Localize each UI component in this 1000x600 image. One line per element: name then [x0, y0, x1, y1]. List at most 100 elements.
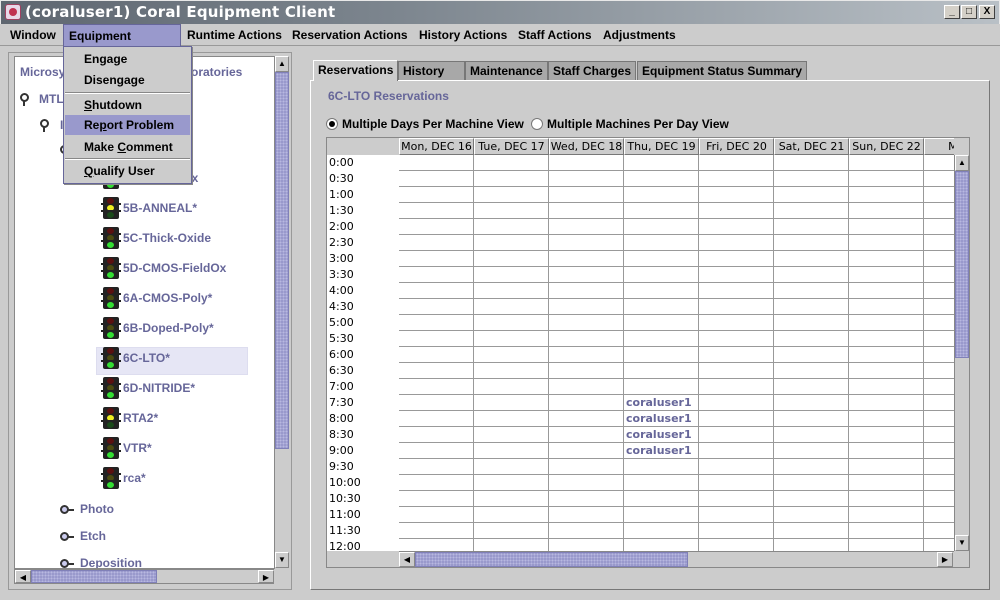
row-header-time: 1:30: [329, 204, 354, 217]
row-header-time: 8:30: [329, 428, 354, 441]
reservation-cell[interactable]: coraluser1: [626, 428, 692, 441]
row-header-time: 5:30: [329, 332, 354, 345]
row-header-time: 3:00: [329, 252, 354, 265]
row-header-time: 7:00: [329, 380, 354, 393]
reservation-cell[interactable]: coraluser1: [626, 396, 692, 409]
menu-item-engage[interactable]: Engage: [65, 49, 190, 69]
grid-line: [773, 155, 774, 551]
row-header-time: 1:00: [329, 188, 354, 201]
menu-staff-actions[interactable]: Staff Actions: [513, 24, 597, 46]
traffic-light-icon: [101, 377, 121, 399]
collapsed-node-icon[interactable]: [60, 505, 74, 514]
row-header-time: 2:00: [329, 220, 354, 233]
radio-multiple-days-label[interactable]: Multiple Days Per Machine View: [342, 117, 524, 131]
menu-window[interactable]: Window: [5, 24, 61, 46]
tab-reservations[interactable]: Reservations: [313, 60, 399, 81]
scroll-thumb[interactable]: [31, 570, 157, 583]
column-header[interactable]: Mon,: [924, 138, 954, 155]
tab-history[interactable]: History: [398, 61, 465, 80]
expanded-node-icon[interactable]: [40, 119, 49, 132]
grid-line: [848, 155, 849, 551]
expanded-node-icon[interactable]: [20, 93, 29, 106]
scroll-up-arrow-icon[interactable]: ▲: [955, 155, 969, 171]
radio-multiple-days[interactable]: [326, 118, 338, 130]
column-headers: Mon, DEC 16 Tue, DEC 17 Wed, DEC 18 Thu, DE…: [399, 138, 954, 155]
reservation-cell[interactable]: coraluser1: [626, 412, 692, 425]
tree-node-mtl[interactable]: MTL: [39, 92, 64, 106]
tree-equipment-item[interactable]: 6D-NITRIDE*: [123, 381, 195, 395]
row-header-time: 9:00: [329, 444, 354, 457]
collapsed-node-icon[interactable]: [60, 559, 74, 568]
app-icon: [5, 4, 21, 20]
menu-runtime-actions[interactable]: Runtime Actions: [182, 24, 287, 46]
grid-line: [399, 234, 954, 235]
row-header-time: 11:30: [329, 524, 361, 537]
column-header[interactable]: Wed, DEC 18: [549, 138, 624, 155]
scroll-thumb[interactable]: [955, 171, 969, 358]
row-header-time: 10:00: [329, 476, 361, 489]
tree-equipment-item[interactable]: rca*: [123, 471, 146, 485]
menu-adjustments[interactable]: Adjustments: [598, 24, 681, 46]
column-header[interactable]: Thu, DEC 19: [624, 138, 699, 155]
minimize-button[interactable]: _: [944, 5, 960, 19]
scroll-thumb[interactable]: [275, 72, 289, 449]
row-header-time: 3:30: [329, 268, 354, 281]
maximize-button[interactable]: □: [961, 5, 977, 19]
scroll-left-arrow-icon[interactable]: ◀: [15, 570, 31, 583]
row-header-time: 5:00: [329, 316, 354, 329]
grid-line: [399, 346, 954, 347]
tree-equipment-item[interactable]: 6A-CMOS-Poly*: [123, 291, 212, 305]
tree-node-deposition[interactable]: Deposition: [80, 556, 142, 568]
traffic-light-icon: [101, 197, 121, 219]
grid-line: [399, 538, 954, 539]
tree-vertical-scrollbar[interactable]: ▲ ▼: [274, 56, 289, 569]
tab-equipment-status-summary[interactable]: Equipment Status Summary: [637, 61, 808, 80]
radio-multiple-machines-label[interactable]: Multiple Machines Per Day View: [547, 117, 729, 131]
close-button[interactable]: X: [979, 5, 995, 19]
grid-horizontal-scrollbar[interactable]: ◀ ▶: [399, 551, 954, 567]
tree-node-photo[interactable]: Photo: [80, 502, 114, 516]
scroll-left-arrow-icon[interactable]: ◀: [399, 552, 415, 567]
radio-multiple-machines[interactable]: [531, 118, 543, 130]
grid-cells[interactable]: coraluser1 coraluser1 coraluser1 coraluser1: [399, 155, 954, 551]
tree-equipment-item[interactable]: 5C-Thick-Oxide: [123, 231, 211, 245]
tree-equipment-item[interactable]: VTR*: [123, 441, 152, 455]
grid-line: [698, 155, 699, 551]
scroll-thumb[interactable]: [415, 552, 688, 567]
tree-equipment-item[interactable]: 6B-Doped-Poly*: [123, 321, 214, 335]
grid-line: [399, 298, 954, 299]
tab-staff-charges[interactable]: Staff Charges: [548, 61, 637, 80]
menu-equipment-actions[interactable]: Equipment Actions: [63, 24, 181, 65]
tab-maintenance[interactable]: Maintenance: [465, 61, 548, 80]
scroll-right-arrow-icon[interactable]: ▶: [937, 552, 953, 567]
menu-item-make-comment[interactable]: Make Comment: [65, 137, 190, 157]
column-header[interactable]: Mon, DEC 16: [399, 138, 474, 155]
grid-vertical-scrollbar[interactable]: ▲ ▼: [954, 155, 969, 551]
scroll-up-arrow-icon[interactable]: ▲: [275, 56, 289, 72]
menu-item-disengage[interactable]: Disengage: [65, 70, 190, 90]
tree-equipment-item[interactable]: RTA2*: [123, 411, 158, 425]
tree-root-label[interactable]: Microsy: [20, 65, 65, 79]
menu-item-shutdown[interactable]: Shutdown: [65, 95, 190, 115]
menu-item-qualify-user[interactable]: Qualify User: [65, 161, 190, 181]
column-header[interactable]: Sat, DEC 21: [774, 138, 849, 155]
tree-node-etch[interactable]: Etch: [80, 529, 106, 543]
tree-equipment-item[interactable]: 5D-CMOS-FieldOx: [123, 261, 226, 275]
column-header[interactable]: Tue, DEC 17: [474, 138, 549, 155]
menu-history-actions[interactable]: History Actions: [414, 24, 512, 46]
tree-equipment-item[interactable]: 5B-ANNEAL*: [123, 201, 197, 215]
column-header[interactable]: Fri, DEC 20: [699, 138, 774, 155]
menu-reservation-actions[interactable]: Reservation Actions: [287, 24, 413, 46]
tree-equipment-item[interactable]: 6C-LTO*: [123, 351, 170, 365]
scroll-down-arrow-icon[interactable]: ▼: [955, 535, 969, 551]
menu-item-report-problem[interactable]: Report Problem: [65, 115, 190, 135]
tree-horizontal-scrollbar[interactable]: ◀ ▶: [14, 569, 274, 584]
window-title: (coraluser1) Coral Equipment Client: [25, 3, 336, 21]
column-header[interactable]: Sun, DEC 22: [849, 138, 924, 155]
collapsed-node-icon[interactable]: [60, 532, 74, 541]
scroll-down-arrow-icon[interactable]: ▼: [275, 552, 289, 568]
row-header-time: 0:00: [329, 156, 354, 169]
reservation-cell[interactable]: coraluser1: [626, 444, 692, 457]
grid-line: [399, 458, 954, 459]
scroll-right-arrow-icon[interactable]: ▶: [258, 570, 274, 583]
